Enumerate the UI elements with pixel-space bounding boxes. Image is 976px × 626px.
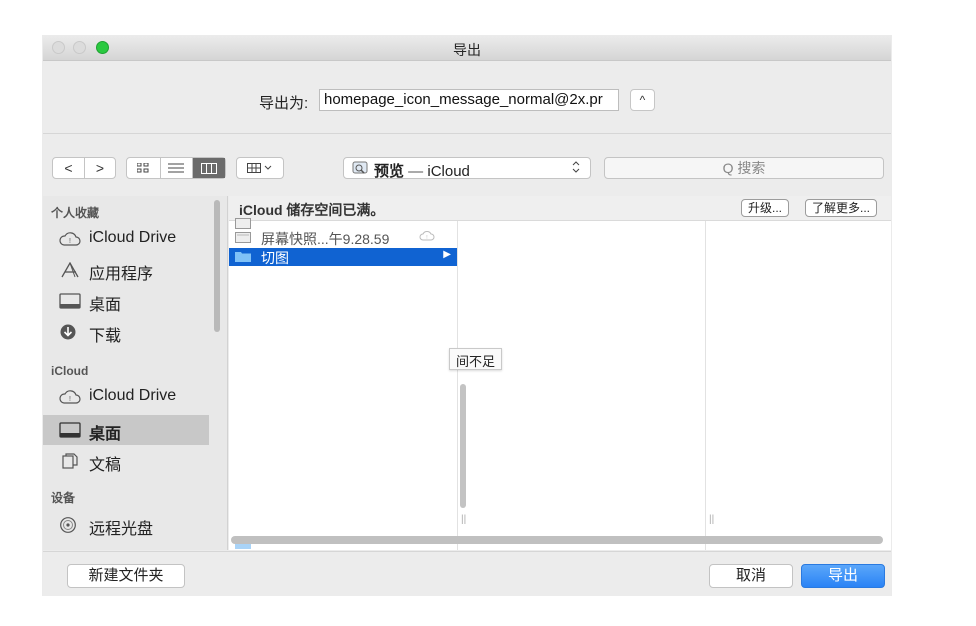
learn-more-button[interactable]: 了解更多... bbox=[805, 199, 878, 217]
export-as-label: 导出为: bbox=[259, 95, 309, 112]
navigation-buttons: < > bbox=[52, 157, 116, 179]
sidebar-item-icloud-drive-2[interactable]: ! iCloud Drive bbox=[43, 382, 209, 412]
title-bar: 导出 bbox=[43, 36, 891, 61]
filename-input[interactable]: homepage_icon_message_normal@2x.pr bbox=[319, 89, 619, 111]
back-button[interactable]: < bbox=[53, 158, 84, 178]
cancel-button[interactable]: 取消 bbox=[709, 564, 793, 588]
icon-view-icon bbox=[137, 163, 149, 173]
sidebar-item-label: 文稿 bbox=[89, 457, 122, 474]
list-view-icon bbox=[168, 163, 185, 173]
list-view-button[interactable] bbox=[159, 158, 193, 178]
preview-app-icon bbox=[352, 161, 368, 174]
sidebar-item-label: 应用程序 bbox=[89, 266, 154, 283]
column-view-button[interactable] bbox=[192, 158, 225, 178]
sidebar-item-label: 桌面 bbox=[89, 297, 122, 314]
disclosure-arrow-icon: ▶ bbox=[443, 249, 451, 260]
upgrade-button[interactable]: 升级... bbox=[741, 199, 790, 217]
column-resize-handle[interactable]: || bbox=[709, 514, 714, 525]
new-folder-button[interactable]: 新建文件夹 bbox=[67, 564, 185, 588]
sidebar-item-desktop[interactable]: 桌面 bbox=[43, 286, 209, 316]
file-name: 屏幕快照...午9.28.59 bbox=[261, 231, 390, 247]
sidebar-scrollbar[interactable] bbox=[214, 200, 220, 332]
sidebar-item-documents[interactable]: 文稿 bbox=[43, 446, 209, 476]
location-place: iCloud bbox=[427, 163, 470, 180]
folder-icon bbox=[235, 252, 251, 262]
sidebar-item-downloads[interactable]: 下载 bbox=[43, 317, 209, 347]
sidebar-item-applications[interactable]: 应用程序 bbox=[43, 255, 209, 285]
file-browser: iCloud 储存空间已满。 升级... 了解更多... 屏幕快照...午9.2… bbox=[229, 196, 891, 550]
export-dialog: 导出 导出为: homepage_icon_message_normal@2x.… bbox=[43, 36, 891, 596]
desktop-icon bbox=[59, 422, 81, 438]
export-as-row: 导出为: homepage_icon_message_normal@2x.pr … bbox=[43, 61, 891, 134]
icon-view-button[interactable] bbox=[127, 158, 160, 178]
toolbar: < > 预览 — iCloud Q 搜索 bbox=[43, 134, 891, 196]
list-item[interactable]: 屏幕快照...午9.28.59 ! bbox=[229, 229, 457, 247]
sidebar-item-icloud-drive[interactable]: ! iCloud Drive bbox=[43, 224, 209, 254]
column-view-icon bbox=[201, 162, 218, 174]
location-separator: — bbox=[404, 163, 428, 180]
svg-text:!: ! bbox=[69, 396, 71, 403]
column-resize-handle[interactable]: || bbox=[461, 514, 466, 525]
icloud-header: iCloud bbox=[51, 364, 89, 378]
sidebar-item-label: iCloud Drive bbox=[89, 387, 177, 404]
popup-arrows-icon bbox=[572, 160, 580, 177]
sidebar-item-label: 远程光盘 bbox=[89, 521, 154, 538]
export-button[interactable]: 导出 bbox=[801, 564, 885, 588]
browser-column-1: 屏幕快照...午9.28.59 ! 切图 ▶ bbox=[229, 218, 458, 550]
column-scrollbar[interactable] bbox=[460, 384, 466, 508]
view-mode-buttons bbox=[126, 157, 226, 179]
browser-column-2 bbox=[473, 221, 706, 550]
applications-icon bbox=[61, 262, 79, 278]
arrange-icon bbox=[237, 158, 283, 178]
arrange-menu-button[interactable] bbox=[236, 157, 284, 179]
sidebar: 个人收藏 ! iCloud Drive 应用程序 桌面 下载 iCloud ! … bbox=[43, 196, 228, 550]
cloud-icon: ! bbox=[59, 232, 81, 246]
sidebar-item-label: 桌面 bbox=[89, 426, 122, 443]
sidebar-item-remote-disc[interactable]: 远程光盘 bbox=[43, 510, 209, 540]
sidebar-item-label: 下载 bbox=[89, 328, 122, 345]
disc-icon bbox=[60, 517, 76, 533]
window-title: 导出 bbox=[453, 42, 481, 58]
download-icon bbox=[60, 324, 76, 340]
documents-icon bbox=[62, 453, 78, 469]
cloud-icon: ! bbox=[59, 390, 81, 404]
screenshot-icon bbox=[235, 232, 251, 243]
svg-text:!: ! bbox=[69, 238, 71, 245]
folder-name: 切图 bbox=[261, 250, 289, 266]
bottom-bar: 新建文件夹 取消 导出 bbox=[43, 551, 891, 596]
forward-button[interactable]: > bbox=[83, 158, 115, 178]
screenshot-icon bbox=[235, 218, 251, 229]
expand-dialog-button[interactable]: ^ bbox=[630, 89, 655, 111]
location-app-name: 预览 bbox=[374, 163, 405, 180]
sidebar-item-icloud-desktop[interactable]: 桌面 bbox=[43, 415, 209, 445]
devices-header: 设备 bbox=[51, 491, 76, 505]
svg-text:!: ! bbox=[426, 235, 427, 241]
cloud-icon: ! bbox=[419, 230, 435, 245]
sidebar-item-label: iCloud Drive bbox=[89, 229, 177, 246]
list-item[interactable]: 切图 ▶ bbox=[229, 248, 457, 266]
favorites-header: 个人收藏 bbox=[51, 206, 100, 220]
horizontal-scrollbar[interactable] bbox=[231, 536, 883, 544]
location-popup[interactable]: 预览 — iCloud bbox=[343, 157, 591, 180]
desktop-icon bbox=[59, 293, 81, 309]
search-input[interactable]: Q 搜索 bbox=[604, 157, 884, 179]
